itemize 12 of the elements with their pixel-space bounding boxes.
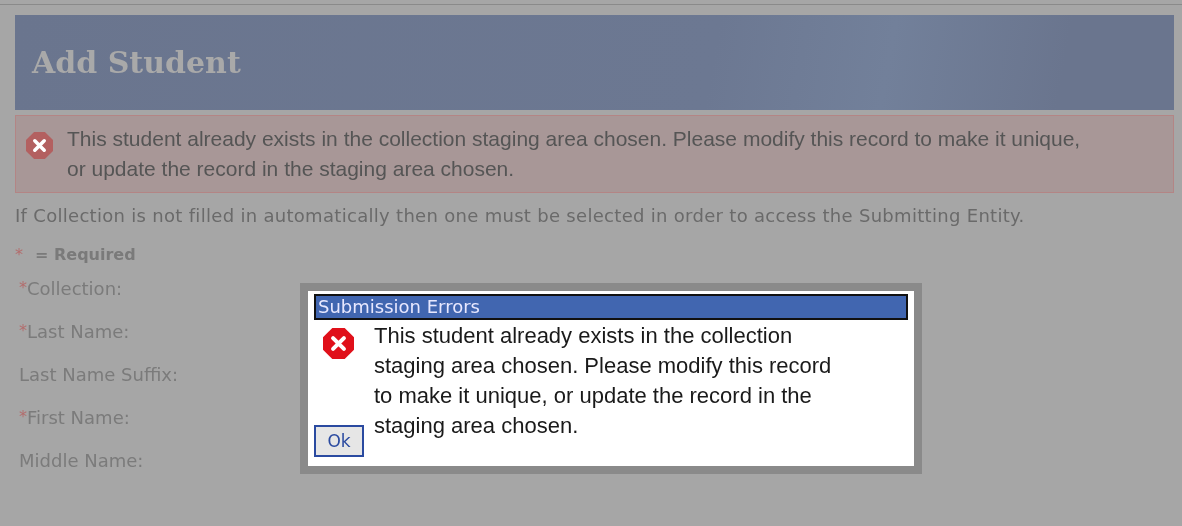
- required-mark: *: [19, 321, 27, 340]
- dialog-title: Submission Errors: [314, 294, 908, 320]
- page-title: Add Student: [32, 45, 241, 80]
- required-mark: *: [19, 278, 27, 297]
- error-message: This student already exists in the collection staging area chosen. Please modify this record to make it unique, or update the record in the staging area chosen.: [67, 126, 1082, 182]
- error-icon: [323, 328, 354, 359]
- info-text: If Collection is not filled in automatically then one must be selected in order to access the Submitting Entity.: [15, 204, 1026, 228]
- required-mark: *: [15, 245, 23, 264]
- dialog-message: This student already exists in the collection staging area chosen. Please modify this record to make it unique, or update the record in the staging area chosen.: [374, 322, 833, 440]
- required-mark: *: [19, 407, 27, 426]
- ok-button[interactable]: Ok: [314, 425, 364, 457]
- error-icon: [26, 132, 53, 159]
